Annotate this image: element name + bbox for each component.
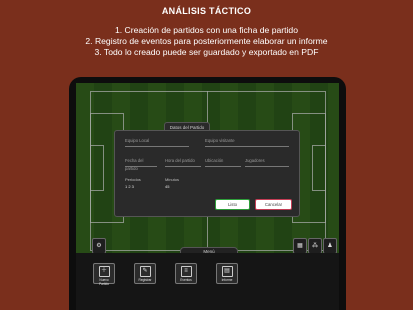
home-team-field[interactable]: Equipo Local	[125, 137, 189, 147]
location-field[interactable]: Ubicación	[205, 157, 241, 167]
minutes-field[interactable]: 45	[165, 184, 169, 189]
done-button[interactable]: Listo	[215, 199, 250, 210]
report-label: Informe	[221, 278, 233, 282]
periods-label: Periodos	[125, 177, 141, 182]
match-date-field[interactable]: Fecha del partido	[125, 157, 157, 171]
promo-title: ANÁLISIS TÁCTICO	[161, 6, 252, 16]
promo-line-1: 1. Creación de partidos con una ficha de…	[115, 25, 298, 35]
grid-icon[interactable]: ▦	[293, 238, 307, 254]
left-control-icon[interactable]: ⚙	[92, 238, 106, 254]
player-icon[interactable]: ♟	[323, 238, 337, 254]
app-screen: Datos del Partido Equipo Local Equipo vi…	[76, 83, 339, 310]
minutes-label: Minutos	[165, 177, 180, 182]
new-match-button[interactable]: ＋ Nuevo Partido	[93, 263, 115, 286]
tablet-frame: Datos del Partido Equipo Local Equipo vi…	[69, 77, 346, 310]
report-button[interactable]: ▤ Informe	[216, 263, 238, 284]
report-icon: ▤	[221, 266, 233, 277]
register-label: Registrar	[138, 278, 152, 282]
match-data-dialog: Equipo Local Equipo visitante Fecha del …	[114, 130, 300, 217]
periods-selector[interactable]: 1 2 3	[125, 184, 134, 189]
new-match-icon: ＋	[98, 266, 110, 277]
register-button[interactable]: ✎ Registrar	[134, 263, 156, 284]
bottom-menu: ＋ Nuevo Partido ✎ Registrar ≡ Eventos ▤ Info…	[76, 253, 339, 310]
match-time-field[interactable]: Hora del partido	[165, 157, 201, 167]
events-icon: ≡	[180, 266, 192, 277]
events-button[interactable]: ≡ Eventos	[175, 263, 197, 284]
promo-line-3: 3. Todo lo creado puede ser guardado y e…	[94, 47, 319, 57]
new-match-label: Nuevo Partido	[98, 278, 110, 286]
formation-icon[interactable]: ⁂	[308, 238, 322, 254]
promo-line-2: 2. Registro de eventos para posteriormen…	[85, 36, 328, 46]
cancel-button[interactable]: Cancelar	[255, 199, 292, 210]
away-team-field[interactable]: Equipo visitante	[205, 137, 289, 147]
events-label: Eventos	[180, 278, 192, 282]
register-icon: ✎	[139, 266, 151, 277]
players-field[interactable]: Jugadores	[245, 157, 289, 167]
